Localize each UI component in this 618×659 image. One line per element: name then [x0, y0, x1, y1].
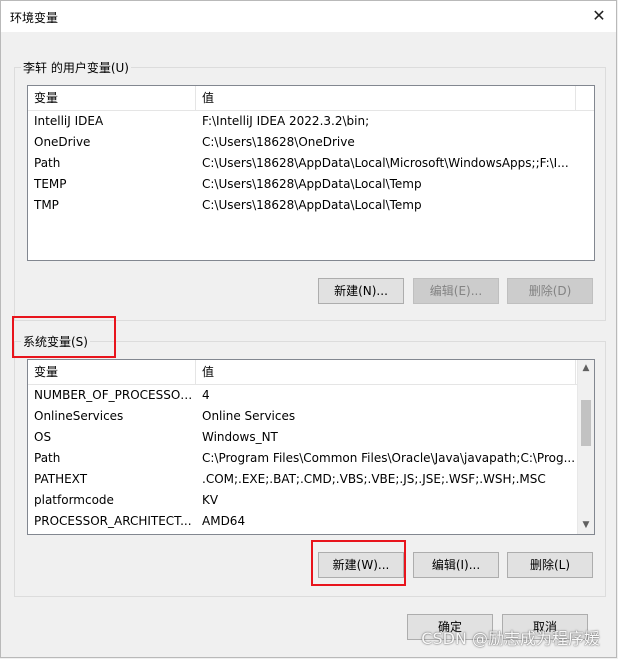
scroll-up-icon[interactable]: ▲	[578, 360, 594, 377]
table-row[interactable]: TEMP C:\Users\18628\AppData\Local\Temp	[28, 174, 594, 195]
table-row[interactable]: PROCESSOR_ARCHITECT... AMD64	[28, 511, 577, 532]
scroll-down-icon[interactable]: ▼	[578, 517, 594, 534]
title-bar: 环境变量 ✕	[1, 1, 616, 32]
variable-name: OS	[34, 430, 52, 444]
table-row[interactable]: PATHEXT .COM;.EXE;.BAT;.CMD;.VBS;.VBE;.J…	[28, 469, 577, 490]
variable-value: Windows_NT	[202, 430, 278, 444]
variable-name: TMP	[34, 198, 59, 212]
system-variables-label: 系统变量(S)	[21, 333, 90, 350]
system-list-scrollbar[interactable]: ▲ ▼	[577, 360, 594, 534]
table-row[interactable]: OneDrive C:\Users\18628\OneDrive	[28, 132, 594, 153]
column-header-variable[interactable]: 变量	[28, 360, 196, 384]
variable-name: PROCESSOR_ARCHITECT...	[34, 514, 192, 528]
scrollbar-thumb[interactable]	[581, 400, 591, 446]
variable-name: platformcode	[34, 493, 114, 507]
variable-value: KV	[202, 493, 219, 507]
system-variables-list[interactable]: 变量 值 NUMBER_OF_PROCESSORS 4 OnlineServic…	[27, 359, 595, 535]
table-row[interactable]: Path C:\Users\18628\AppData\Local\Micros…	[28, 153, 594, 174]
user-delete-button[interactable]: 删除(D)	[507, 278, 593, 304]
variable-name: IntelliJ IDEA	[34, 114, 104, 128]
column-header-variable[interactable]: 变量	[28, 86, 196, 110]
column-header-value[interactable]: 值	[196, 360, 576, 384]
variable-value: C:\Users\18628\AppData\Local\Microsoft\W…	[202, 156, 569, 170]
variable-value: 4	[202, 388, 210, 402]
user-list-header: 变量 值	[28, 86, 594, 111]
variable-name: NUMBER_OF_PROCESSORS	[34, 388, 196, 402]
close-icon[interactable]: ✕	[588, 5, 610, 27]
variable-name: Path	[34, 451, 61, 465]
system-edit-button[interactable]: 编辑(I)...	[413, 552, 499, 578]
window-title: 环境变量	[10, 11, 59, 25]
system-list-header: 变量 值	[28, 360, 577, 385]
user-edit-button[interactable]: 编辑(E)...	[413, 278, 499, 304]
variable-value: Online Services	[202, 409, 296, 423]
variable-name: OnlineServices	[34, 409, 124, 423]
column-header-value[interactable]: 值	[196, 86, 576, 110]
watermark: CSDN @励志成为程序媛	[421, 629, 600, 648]
variable-value: C:\Users\18628\AppData\Local\Temp	[202, 177, 422, 191]
system-delete-button[interactable]: 删除(L)	[507, 552, 593, 578]
table-row[interactable]: OnlineServices Online Services	[28, 406, 577, 427]
variable-name: Path	[34, 156, 61, 170]
table-row[interactable]: OS Windows_NT	[28, 427, 577, 448]
variable-name: PATHEXT	[34, 472, 88, 486]
variable-value: C:\Program Files\Common Files\Oracle\Jav…	[202, 451, 576, 465]
environment-variables-dialog: 环境变量 ✕ 李轩 的用户变量(U) 变量 值 IntelliJ IDEA F:…	[0, 0, 617, 658]
table-row[interactable]: platformcode KV	[28, 490, 577, 511]
variable-value: AMD64	[202, 514, 246, 528]
variable-value: C:\Users\18628\AppData\Local\Temp	[202, 198, 422, 212]
table-row[interactable]: NUMBER_OF_PROCESSORS 4	[28, 385, 577, 406]
table-row[interactable]: IntelliJ IDEA F:\IntelliJ IDEA 2022.3.2\…	[28, 111, 594, 132]
variable-name: OneDrive	[34, 135, 91, 149]
user-new-button[interactable]: 新建(N)...	[318, 278, 404, 304]
table-row[interactable]: TMP C:\Users\18628\AppData\Local\Temp	[28, 195, 594, 216]
variable-value: .COM;.EXE;.BAT;.CMD;.VBS;.VBE;.JS;.JSE;.…	[202, 472, 546, 486]
user-variables-label: 李轩 的用户变量(U)	[21, 59, 131, 76]
table-row[interactable]: Path C:\Program Files\Common Files\Oracl…	[28, 448, 577, 469]
variable-value: F:\IntelliJ IDEA 2022.3.2\bin;	[202, 114, 370, 128]
variable-name: TEMP	[34, 177, 67, 191]
system-new-button[interactable]: 新建(W)...	[318, 552, 404, 578]
variable-value: C:\Users\18628\OneDrive	[202, 135, 355, 149]
user-variables-list[interactable]: 变量 值 IntelliJ IDEA F:\IntelliJ IDEA 2022…	[27, 85, 595, 261]
